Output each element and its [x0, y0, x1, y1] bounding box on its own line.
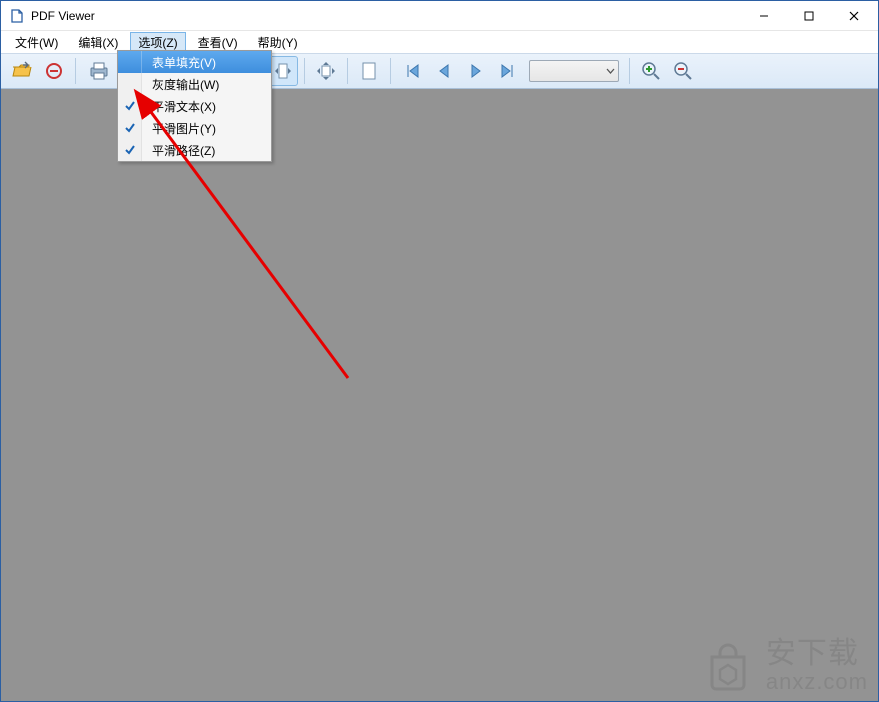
toolbar-separator: [347, 58, 348, 84]
dropdown-item-label: 表单填充(V): [152, 56, 216, 70]
nav-first-button[interactable]: [397, 56, 427, 86]
folder-open-icon: [11, 60, 33, 82]
nav-prev-icon: [434, 61, 454, 81]
chevron-down-icon: [606, 67, 615, 76]
check-column: [118, 139, 142, 161]
toolbar-separator: [304, 58, 305, 84]
window-title: PDF Viewer: [31, 9, 741, 23]
check-icon: [124, 122, 136, 134]
nav-prev-button[interactable]: [429, 56, 459, 86]
check-icon: [124, 100, 136, 112]
watermark-text-en: anxz.com: [766, 670, 868, 693]
dropdown-item-label: 平滑文本(X): [152, 100, 216, 114]
window-buttons: [741, 1, 876, 30]
minus-circle-icon: [44, 61, 64, 81]
nav-next-icon: [466, 61, 486, 81]
check-column: [118, 95, 142, 117]
page-combo[interactable]: [529, 60, 619, 82]
minimize-button[interactable]: [741, 1, 786, 30]
fit-page-button[interactable]: [311, 56, 341, 86]
menu-file[interactable]: 文件(W): [7, 32, 66, 53]
toolbar-separator: [390, 58, 391, 84]
bag-icon: [700, 637, 756, 693]
check-column: [118, 73, 142, 95]
workspace: 安下载 anxz.com: [1, 89, 878, 701]
fit-width-button[interactable]: [268, 56, 298, 86]
zoom-out-icon: [672, 60, 694, 82]
nav-first-icon: [402, 61, 422, 81]
toolbar-separator: [75, 58, 76, 84]
nav-last-icon: [498, 61, 518, 81]
app-icon: [9, 8, 25, 24]
blank-page-button[interactable]: [354, 56, 384, 86]
watermark-text-cn: 安下载: [766, 638, 859, 670]
maximize-button[interactable]: [786, 1, 831, 30]
dropdown-item-smooth-path[interactable]: 平滑路径(Z): [118, 139, 271, 161]
fit-page-icon: [315, 60, 337, 82]
check-column: [118, 51, 142, 73]
remove-button[interactable]: [39, 56, 69, 86]
zoom-in-button[interactable]: [636, 56, 666, 86]
dropdown-item-label: 平滑图片(Y): [152, 122, 216, 136]
printer-icon: [87, 60, 111, 82]
check-column: [118, 117, 142, 139]
titlebar: PDF Viewer: [1, 1, 878, 31]
dropdown-item-grayscale[interactable]: 灰度输出(W): [118, 73, 271, 95]
dropdown-item-form-fill[interactable]: 表单填充(V): [118, 51, 271, 73]
toolbar-separator: [629, 58, 630, 84]
zoom-in-icon: [640, 60, 662, 82]
dropdown-item-smooth-text[interactable]: 平滑文本(X): [118, 95, 271, 117]
check-icon: [124, 144, 136, 156]
options-dropdown: 表单填充(V) 灰度输出(W) 平滑文本(X) 平滑图片(Y) 平滑路径(Z): [117, 50, 272, 162]
zoom-out-button[interactable]: [668, 56, 698, 86]
dropdown-item-smooth-image[interactable]: 平滑图片(Y): [118, 117, 271, 139]
open-button[interactable]: [7, 56, 37, 86]
blank-page-icon: [360, 61, 378, 81]
watermark: 安下载 anxz.com: [700, 637, 868, 693]
fit-width-icon: [272, 61, 294, 81]
nav-next-button[interactable]: [461, 56, 491, 86]
dropdown-item-label: 灰度输出(W): [152, 78, 219, 92]
print-button[interactable]: [82, 56, 116, 86]
dropdown-item-label: 平滑路径(Z): [152, 144, 215, 158]
close-button[interactable]: [831, 1, 876, 30]
nav-last-button[interactable]: [493, 56, 523, 86]
